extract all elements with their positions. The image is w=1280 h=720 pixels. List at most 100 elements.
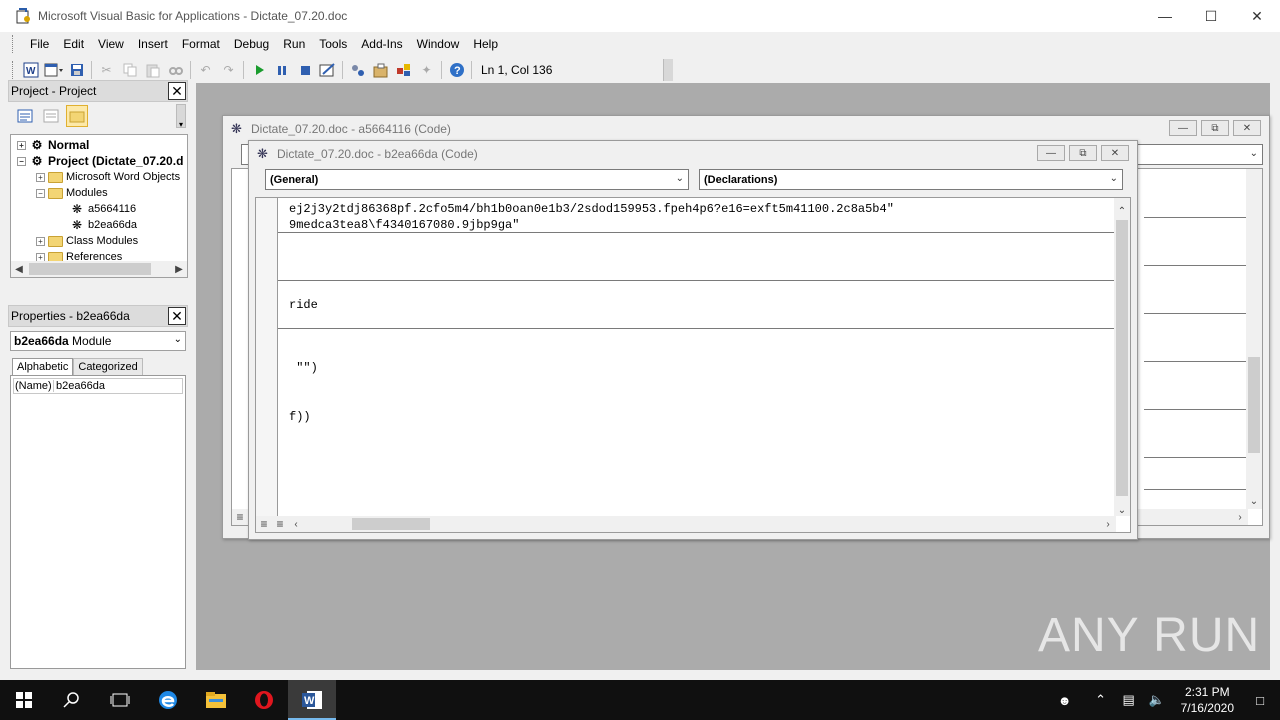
menu-debug[interactable]: Debug [227,37,276,51]
toolbar-grip[interactable] [12,60,15,79]
code-window-minimize-button[interactable]: — [1037,145,1065,161]
start-button[interactable] [0,680,48,720]
cut-icon[interactable]: ✂ [95,59,118,81]
chevron-down-icon[interactable]: ⌄ [676,173,684,184]
toggle-folders-icon[interactable] [66,105,88,127]
tree-item-class-modules[interactable]: + Class Modules [36,233,138,249]
menu-view[interactable]: View [91,37,131,51]
scroll-right-icon[interactable]: ▶ [171,264,187,275]
properties-pane-close-button[interactable]: ✕ [168,307,186,325]
chevron-down-icon[interactable]: ⌄ [1110,173,1118,184]
menu-edit[interactable]: Edit [56,37,91,51]
object-browser-icon[interactable] [392,59,415,81]
tree-item-project[interactable]: − ⚙ Project (Dictate_07.20.d [17,153,183,169]
scroll-down-icon[interactable]: ⌄ [1246,496,1262,507]
code-line[interactable]: f)) [289,410,311,424]
code-margin-indicator-bar[interactable] [256,198,278,532]
menu-help[interactable]: Help [466,37,505,51]
minimize-button[interactable]: — [1142,0,1188,32]
chevron-up-icon[interactable]: ⌃ [1089,692,1113,708]
code-line[interactable]: 9medca3tea8\f4340167080.9jbp9ga" [289,218,519,232]
tab-alphabetic[interactable]: Alphabetic [12,358,74,375]
code-window-close-button[interactable]: ✕ [1233,120,1261,136]
scroll-thumb[interactable] [352,518,430,530]
insert-module-icon[interactable] [42,59,65,81]
property-value[interactable]: b2ea66da [54,380,105,392]
toolbar-options[interactable] [663,58,673,81]
scroll-right-icon[interactable]: › [1100,519,1116,530]
code-window-minimize-button[interactable]: — [1169,120,1197,136]
maximize-button[interactable]: ☐ [1188,0,1234,32]
expand-icon[interactable]: + [17,140,26,150]
menu-add-ins[interactable]: Add-Ins [354,37,409,51]
project-tree-hscrollbar[interactable]: ◀ ▶ [11,261,187,277]
clock[interactable]: 2:31 PM 7/16/2020 [1181,684,1234,716]
chevron-down-icon[interactable]: ⌄ [174,334,182,345]
close-button[interactable]: ✕ [1234,0,1280,32]
tree-item-module-a5664116[interactable]: ❋ a5664116 [69,201,136,217]
back-procedure-combo[interactable]: ⌄ [1135,144,1263,165]
scroll-thumb[interactable] [1116,220,1128,496]
scroll-left-icon[interactable]: ‹ [288,519,304,530]
tree-item-normal[interactable]: + ⚙ Normal [17,137,89,153]
menu-insert[interactable]: Insert [131,37,175,51]
toolbox-icon[interactable]: ✦ [415,59,438,81]
opera-browser-icon[interactable] [240,680,288,720]
network-icon[interactable]: ▤ [1117,692,1141,708]
menu-format[interactable]: Format [175,37,227,51]
code-window-restore-button[interactable]: ⧉ [1069,145,1097,161]
tab-categorized[interactable]: Categorized [73,358,143,375]
scroll-thumb[interactable] [1248,357,1260,453]
code-editor[interactable]: ej2j3y2tdj86368pf.2cfo5m4/bh1b0oan0e1b3/… [255,197,1131,533]
chevron-down-icon[interactable]: ⌄ [1250,148,1258,159]
procedure-combo[interactable]: (Declarations) ⌄ [699,169,1123,190]
scroll-right-icon[interactable]: › [1232,512,1248,523]
code-line[interactable]: ride [289,298,318,312]
tree-item-word-objects[interactable]: + Microsoft Word Objects [36,169,180,185]
paste-icon[interactable] [141,59,164,81]
scroll-track[interactable] [304,516,1100,532]
code-line[interactable]: ej2j3y2tdj86368pf.2cfo5m4/bh1b0oan0e1b3/… [289,202,894,216]
notifications-icon[interactable]: □ [1248,693,1272,708]
menu-file[interactable]: File [23,37,56,51]
scroll-track[interactable] [27,261,171,277]
menu-tools[interactable]: Tools [312,37,354,51]
scroll-down-icon[interactable]: ⌄ [1114,505,1130,516]
collapse-icon[interactable]: − [17,156,26,166]
project-toolbar-options[interactable]: ▾ [176,104,186,129]
menubar-grip[interactable] [12,35,15,53]
collapse-icon[interactable]: − [36,188,45,198]
code-hscrollbar[interactable]: ≡ ≡ ‹ › [256,516,1116,532]
code-window-restore-button[interactable]: ⧉ [1201,120,1229,136]
redo-icon[interactable]: ↷ [217,59,240,81]
code-window-close-button[interactable]: ✕ [1101,145,1129,161]
expand-icon[interactable]: + [36,236,45,246]
edge-browser-icon[interactable] [144,680,192,720]
volume-icon[interactable]: 🔈 [1145,692,1169,708]
menu-window[interactable]: Window [410,37,467,51]
reset-icon[interactable] [293,59,316,81]
help-icon[interactable]: ? [445,59,468,81]
people-icon[interactable]: ☻ [1053,693,1077,708]
run-icon[interactable] [247,59,270,81]
break-icon[interactable] [270,59,293,81]
copy-icon[interactable] [118,59,141,81]
full-module-view-icon[interactable]: ≡ [272,517,288,531]
expand-icon[interactable]: + [36,172,45,182]
code-vscrollbar[interactable]: ⌃ ⌄ [1114,198,1130,516]
property-row[interactable]: (Name) b2ea66da [13,378,183,394]
code-window-b2ea66da[interactable]: ❋ Dictate_07.20.doc - b2ea66da (Code) — … [248,140,1138,540]
find-icon[interactable] [164,59,187,81]
procedure-view-icon[interactable]: ≡ [256,517,272,531]
object-combo[interactable]: (General) ⌄ [265,169,689,190]
tree-item-module-b2ea66da[interactable]: ❋ b2ea66da [69,217,137,233]
menu-run[interactable]: Run [276,37,312,51]
view-word-icon[interactable]: W [19,59,42,81]
code-line[interactable]: "") [289,361,318,375]
view-object-icon[interactable] [40,105,62,127]
file-explorer-icon[interactable] [192,680,240,720]
properties-icon[interactable] [369,59,392,81]
object-selector[interactable]: b2ea66da Module ⌄ [10,331,186,351]
view-code-icon[interactable] [14,105,36,127]
search-icon[interactable] [48,680,96,720]
